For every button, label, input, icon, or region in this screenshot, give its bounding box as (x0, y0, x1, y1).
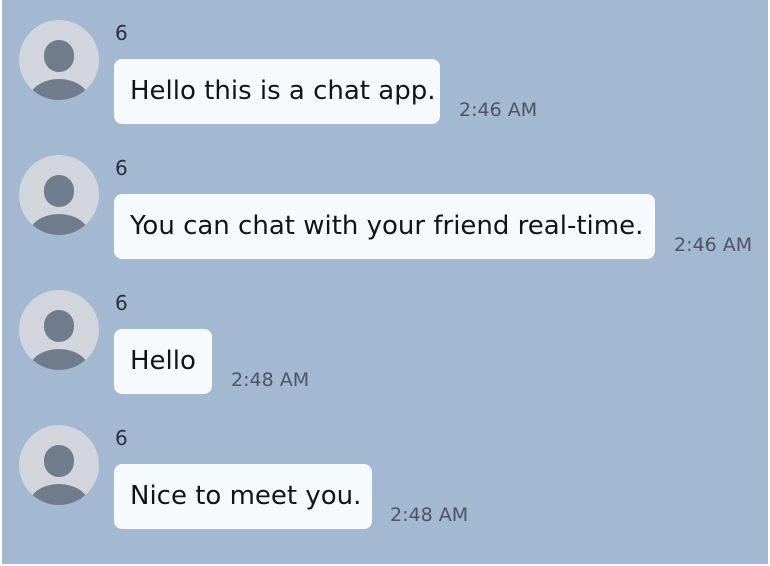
message-bubble[interactable]: Nice to meet you. (114, 464, 372, 529)
message-bubble[interactable]: Hello (114, 329, 212, 394)
message-bubble[interactable]: You can chat with your friend real-time. (114, 194, 655, 259)
chat-message: 6 Hello 2:48 AM (2, 270, 768, 394)
chat-message: 6 Hello this is a chat app. 2:46 AM (2, 0, 768, 124)
sender-name: 6 (115, 426, 128, 450)
message-timestamp: 2:48 AM (390, 504, 469, 526)
sender-name: 6 (115, 156, 128, 180)
avatar-icon[interactable] (19, 20, 99, 100)
message-timestamp: 2:46 AM (459, 99, 538, 121)
message-timestamp: 2:48 AM (231, 369, 310, 391)
sender-name: 6 (115, 291, 128, 315)
message-bubble[interactable]: Hello this is a chat app. (114, 59, 440, 124)
avatar-icon[interactable] (19, 155, 99, 235)
avatar-icon[interactable] (19, 425, 99, 505)
chat-message-list[interactable]: 6 Hello this is a chat app. 2:46 AM 6 Yo… (2, 0, 768, 564)
message-timestamp: 2:46 AM (674, 234, 753, 256)
avatar-icon[interactable] (19, 290, 99, 370)
sender-name: 6 (115, 21, 128, 45)
chat-message: 6 You can chat with your friend real-tim… (2, 135, 768, 259)
chat-message: 6 Nice to meet you. 2:48 AM (2, 405, 768, 529)
